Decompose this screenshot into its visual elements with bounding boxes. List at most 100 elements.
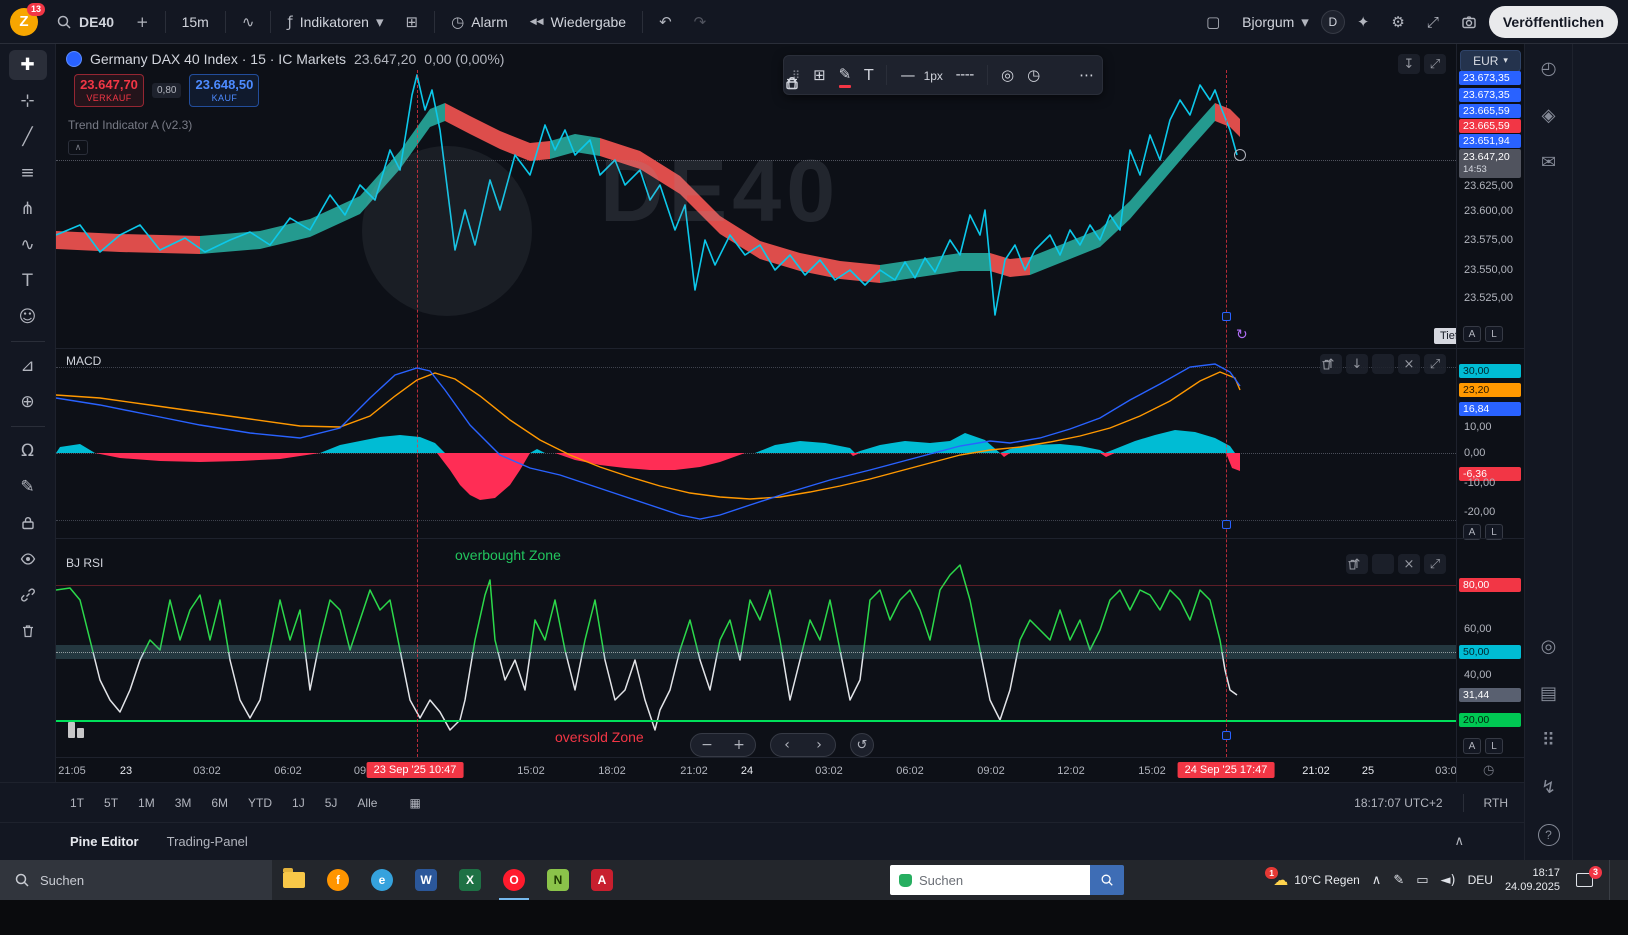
broadcast-icon[interactable]: ↯ xyxy=(1541,777,1556,798)
brush-tool[interactable]: ∿ xyxy=(9,230,47,260)
scroll-right-button[interactable]: › xyxy=(803,734,835,756)
pen-settings-icon[interactable]: ✎ xyxy=(1393,873,1404,888)
auto-scale-button[interactable]: A xyxy=(1463,738,1481,754)
drawing-handle[interactable] xyxy=(1222,312,1231,321)
currency-dropdown[interactable]: EUR ▾ xyxy=(1460,50,1521,72)
word-icon[interactable]: W xyxy=(404,860,448,900)
keyboard-language[interactable]: DEU xyxy=(1468,873,1493,887)
chat-icon[interactable]: ✉ xyxy=(1541,152,1556,173)
snapshot-button[interactable] xyxy=(1451,6,1487,38)
account-avatar[interactable]: D xyxy=(1321,10,1345,34)
undo-button[interactable]: ↶ xyxy=(649,6,682,38)
templates-grid-icon[interactable]: ⊞ xyxy=(813,66,826,84)
display-icon[interactable]: ▭ xyxy=(1416,873,1428,888)
close-pane-button[interactable]: × xyxy=(1398,554,1420,574)
replay-button[interactable]: ◀◀ Wiedergabe xyxy=(520,6,636,38)
timezone-clock-icon[interactable]: ◷ xyxy=(1483,763,1494,778)
tab-trading-panel[interactable]: Trading-Panel xyxy=(167,834,248,849)
session-label[interactable]: RTH xyxy=(1484,796,1508,810)
rsi-pane-title[interactable]: BJ RSI xyxy=(66,556,103,570)
tab-pine-editor[interactable]: Pine Editor xyxy=(70,834,139,849)
sell-button[interactable]: 23.647,70 VERKAUF xyxy=(74,74,144,107)
price-alert-tag[interactable]: 23.673,35 xyxy=(1459,71,1521,85)
remove-drawings-tool[interactable] xyxy=(9,616,47,646)
more-options-button[interactable]: ⋯ xyxy=(1079,66,1094,84)
range-ytd[interactable]: YTD xyxy=(248,796,272,810)
crosshair-tool[interactable]: ⊹ xyxy=(9,86,47,116)
line-style-button[interactable]: ╌╌ xyxy=(956,66,974,84)
rotate-handle-icon[interactable]: ↻ xyxy=(1236,327,1248,343)
adobe-icon[interactable]: A xyxy=(580,860,624,900)
vertical-line-drawing[interactable] xyxy=(1226,70,1227,757)
emoji-tool[interactable]: ☺ xyxy=(9,302,47,332)
collapse-legend-button[interactable]: ∧ xyxy=(68,140,88,155)
compare-add-button[interactable]: + xyxy=(126,6,159,38)
buy-button[interactable]: 23.648,50 KAUF xyxy=(189,74,259,107)
maximize-pane-button[interactable]: ⤢ xyxy=(1424,554,1446,574)
zoom-in-tool[interactable]: ⊕ xyxy=(9,387,47,417)
portfolio-icon[interactable]: ▤ xyxy=(1540,683,1557,704)
color-picker-button[interactable]: ✎ xyxy=(839,65,852,86)
go-to-date-icon[interactable]: ▦ xyxy=(409,796,420,810)
indicators-button[interactable]: ƒ Indikatoren ▾ xyxy=(277,6,393,38)
price-alert-tag[interactable]: 23.665,59 xyxy=(1459,104,1521,118)
collapse-panel-icon[interactable]: ∧ xyxy=(1454,834,1464,849)
tray-expand-chevron[interactable]: ∧ xyxy=(1372,873,1382,888)
order-history-icon[interactable]: ◴ xyxy=(1541,58,1557,79)
show-desktop-button[interactable] xyxy=(1609,860,1614,900)
log-scale-button[interactable]: L xyxy=(1485,738,1503,754)
range-5d[interactable]: 5T xyxy=(104,796,118,810)
clock-widget[interactable]: 18:17 24.09.2025 xyxy=(1505,866,1560,895)
time-axis[interactable]: 21:05 23 03:02 06:02 09 15:02 18:02 21:0… xyxy=(56,757,1456,782)
symbol-search-button[interactable]: DE40 xyxy=(46,6,124,38)
range-6m[interactable]: 6M xyxy=(211,796,228,810)
price-alert-tag[interactable]: 23.665,59 xyxy=(1459,119,1521,133)
clock-utc-label[interactable]: 18:17:07 UTC+2 xyxy=(1354,796,1442,810)
chart-settings-button[interactable]: ⚙ xyxy=(1381,6,1414,38)
fullscreen-button[interactable]: ⤢ xyxy=(1417,6,1449,38)
delete-pane-button[interactable] xyxy=(1372,354,1394,374)
user-avatar[interactable]: Z 13 xyxy=(10,8,38,36)
browser-search-bar[interactable]: Suchen xyxy=(890,865,1124,895)
magnet-tool[interactable]: Ω xyxy=(9,436,47,466)
log-scale-button[interactable]: L xyxy=(1485,326,1503,342)
indicator-legend[interactable]: Trend Indicator A (v2.3) xyxy=(68,118,192,132)
quick-actions-button[interactable]: ✦ xyxy=(1347,6,1380,38)
auto-scale-button[interactable]: A xyxy=(1463,326,1481,342)
hide-drawings-tool[interactable] xyxy=(9,544,47,574)
drawing-mode-tool[interactable]: ✎ xyxy=(9,472,47,502)
macd-pane-title[interactable]: MACD xyxy=(66,354,101,368)
file-explorer-icon[interactable] xyxy=(272,860,316,900)
pitchfork-tool[interactable]: ⋔ xyxy=(9,194,47,224)
symbol-title[interactable]: Germany DAX 40 Index · 15 · IC Markets xyxy=(90,51,346,67)
interval-button[interactable]: 15m xyxy=(172,6,219,38)
maximize-pane-button[interactable]: ⤢ xyxy=(1424,54,1446,74)
cursor-tool[interactable]: ✚ xyxy=(9,50,47,80)
excel-icon[interactable]: X xyxy=(448,860,492,900)
trend-line-tool[interactable]: ╱ xyxy=(9,122,47,152)
add-alert-on-drawing-button[interactable]: ◷ xyxy=(1027,66,1040,84)
layout-select-button[interactable]: ▢ xyxy=(1196,6,1230,38)
range-1y[interactable]: 1J xyxy=(292,796,305,810)
drawing-handle[interactable] xyxy=(1222,731,1231,740)
help-button[interactable]: ? xyxy=(1538,824,1560,846)
notepad-icon[interactable]: N xyxy=(536,860,580,900)
indicator-templates-button[interactable]: ⊞ xyxy=(396,6,429,38)
reset-chart-button[interactable]: ↺ xyxy=(850,733,874,757)
vertical-line-drawing[interactable] xyxy=(417,70,418,757)
price-alert-tag[interactable]: 23.673,35 xyxy=(1459,88,1521,102)
chart-area[interactable]: DE40 xyxy=(56,44,1456,782)
edge-icon[interactable]: e xyxy=(360,860,404,900)
range-1d[interactable]: 1T xyxy=(70,796,84,810)
circle-marker-button[interactable]: ◎ xyxy=(1001,66,1014,84)
scroll-left-button[interactable]: ‹ xyxy=(771,734,803,756)
redo-button[interactable]: ↷ xyxy=(684,6,717,38)
opera-icon[interactable]: O xyxy=(492,860,536,900)
object-tree-icon[interactable]: ◈ xyxy=(1542,105,1556,126)
publish-button[interactable]: Veröffentlichen xyxy=(1489,6,1618,38)
firefox-icon[interactable]: f xyxy=(316,860,360,900)
screener-target-icon[interactable]: ◎ xyxy=(1541,636,1557,657)
range-5y[interactable]: 5J xyxy=(325,796,338,810)
search-input[interactable]: Suchen xyxy=(890,865,1090,895)
price-scale[interactable]: EUR ▾ 23.673,35 23.673,35 23.665,59 23.6… xyxy=(1456,44,1524,782)
